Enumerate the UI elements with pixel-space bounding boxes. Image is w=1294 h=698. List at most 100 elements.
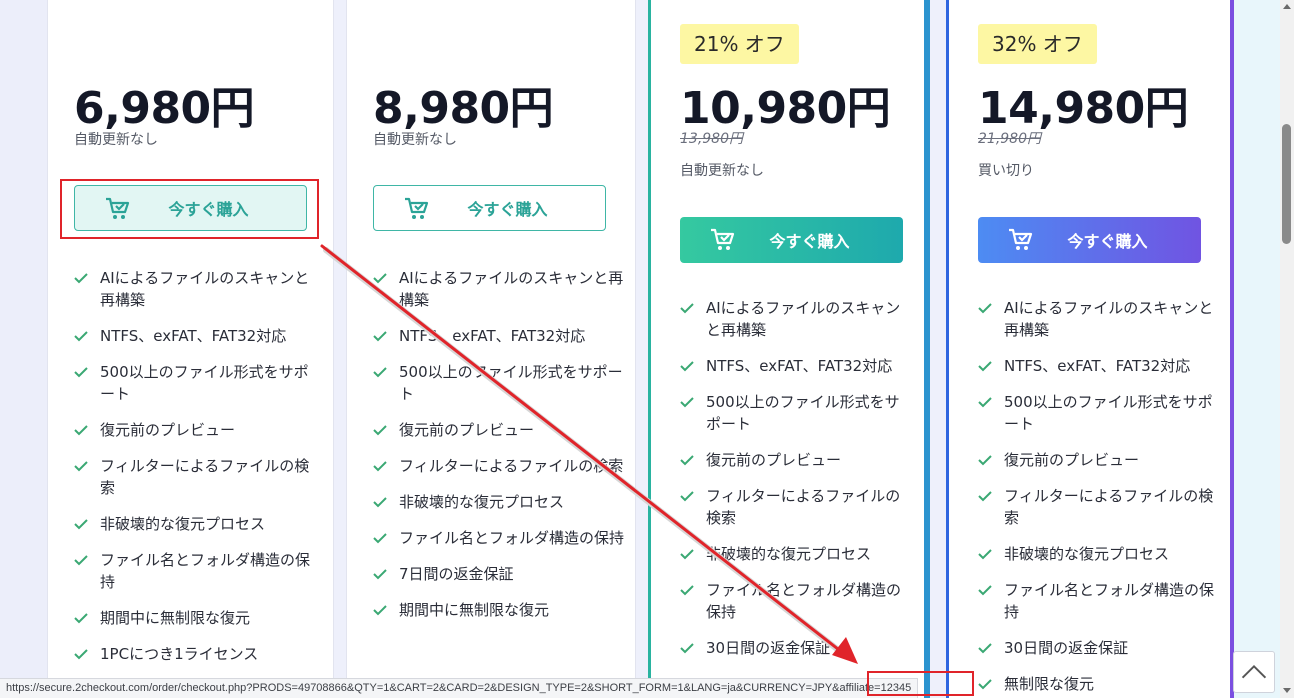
annotation-highlight-button [60,179,319,239]
feature-text: NTFS、exFAT、FAT32対応 [706,357,893,375]
feature-item: 500以上のファイル形式をサポート [978,391,1220,435]
plan-note: 自動更新なし [74,132,158,148]
check-icon [74,519,88,530]
feature-item: 復元前のプレビュー [74,419,323,441]
check-icon [680,397,694,408]
scroll-up-icon[interactable] [1283,4,1291,9]
feature-item: フィルターによるファイルの検索 [680,485,914,529]
feature-text: 無制限な復元 [1004,675,1095,693]
feature-text: 500以上のファイル形式をサポート [706,393,900,433]
feature-text: NTFS、exFAT、FAT32対応 [100,327,287,345]
feature-text: 500以上のファイル形式をサポート [100,363,309,403]
original-price: 13,980円 [680,131,743,147]
feature-text: 1PCにつき1ライセンス [100,645,259,663]
feature-text: 期間中に無制限な復元 [399,601,550,619]
scrollbar-thumb[interactable] [1282,124,1291,244]
plan-price: 6,980円 [74,83,255,134]
check-icon [680,643,694,654]
feature-item: 30日間の返金保証 [680,637,914,659]
feature-text: フィルターによるファイルの検索 [100,457,310,497]
feature-text: 復元前のプレビュー [706,451,842,469]
feature-item: 無制限な復元 [978,673,1220,695]
feature-item: 復元前のプレビュー [680,449,914,471]
check-icon [978,549,992,560]
check-icon [74,273,88,284]
check-icon [373,497,387,508]
check-icon [373,331,387,342]
feature-text: 非破壊的な復元プロセス [706,545,872,563]
feature-text: NTFS、exFAT、FAT32対応 [1004,357,1191,375]
feature-text: 30日間の返金保証 [706,639,831,657]
feature-item: NTFS、exFAT、FAT32対応 [373,325,625,347]
feature-text: 復元前のプレビュー [100,421,236,439]
feature-text: AIによるファイルのスキャンと再構築 [100,269,310,309]
annotation-highlight-url [867,671,974,696]
pricing-card-1: 6,980円 自動更新なし 今すぐ購入 AIによるファイルのスキャンと再構築 N… [48,0,333,698]
check-icon [978,679,992,690]
feature-text: 非破壊的な復元プロセス [399,493,565,511]
pricing-card-2: 8,980円 自動更新なし 今すぐ購入 AIによるファイルのスキャンと再構築 N… [347,0,635,698]
feature-item: AIによるファイルのスキャンと再構築 [680,297,914,341]
feature-item: 非破壊的な復元プロセス [978,543,1220,565]
feature-item: 1PCにつき1ライセンス [74,643,323,665]
feature-text: AIによるファイルのスキャンと再構築 [1004,299,1214,339]
feature-text: 非破壊的な復元プロセス [1004,545,1170,563]
check-icon [978,397,992,408]
check-icon [680,361,694,372]
buy-now-label: 今すぐ購入 [769,232,850,251]
feature-item: NTFS、exFAT、FAT32対応 [74,325,323,347]
check-icon [74,331,88,342]
check-icon [978,303,992,314]
check-icon [373,569,387,580]
check-icon [74,461,88,472]
feature-text: 復元前のプレビュー [1004,451,1140,469]
feature-list: AIによるファイルのスキャンと再構築 NTFS、exFAT、FAT32対応 50… [978,297,1220,698]
feature-text: ファイル名とフォルダ構造の保持 [706,581,902,621]
feature-text: ファイル名とフォルダ構造の保持 [100,551,311,591]
check-icon [373,605,387,616]
feature-text: NTFS、exFAT、FAT32対応 [399,327,586,345]
status-bar-url: https://secure.2checkout.com/order/check… [0,678,919,698]
feature-item: ファイル名とフォルダ構造の保持 [373,527,625,549]
check-icon [680,303,694,314]
feature-list: AIによるファイルのスキャンと再構築 NTFS、exFAT、FAT32対応 50… [373,267,625,635]
check-icon [373,425,387,436]
buy-now-label: 今すぐ購入 [467,200,548,219]
feature-text: AIによるファイルのスキャンと再構築 [706,299,901,339]
buy-now-button[interactable]: 今すぐ購入 [978,217,1201,263]
feature-item: 7日間の返金保証 [373,563,625,585]
scrollbar-track[interactable] [1280,0,1294,698]
buy-now-button[interactable]: 今すぐ購入 [373,185,606,231]
feature-item: AIによるファイルのスキャンと再構築 [74,267,323,311]
plan-price: 8,980円 [373,83,554,134]
feature-item: AIによるファイルのスキャンと再構築 [373,267,625,311]
check-icon [74,555,88,566]
feature-item: フィルターによるファイルの検索 [373,455,625,477]
feature-item: 期間中に無制限な復元 [74,607,323,629]
feature-item: 復元前のプレビュー [373,419,625,441]
feature-item: 非破壊的な復元プロセス [680,543,914,565]
plan-note: 自動更新なし [680,163,764,179]
check-icon [978,585,992,596]
feature-text: 非破壊的な復元プロセス [100,515,266,533]
buy-now-label: 今すぐ購入 [1067,232,1148,251]
check-icon [74,367,88,378]
check-icon [373,367,387,378]
original-price: 21,980円 [978,131,1041,147]
feature-item: NTFS、exFAT、FAT32対応 [978,355,1220,377]
buy-now-button[interactable]: 今すぐ購入 [680,217,903,263]
pricing-card-4: 32% オフ 14,980円 21,980円 買い切り 今すぐ購入 AIによるフ… [946,0,1234,698]
check-icon [680,455,694,466]
plan-note: 自動更新なし [373,132,457,148]
feature-item: AIによるファイルのスキャンと再構築 [978,297,1220,341]
check-icon [74,613,88,624]
page-gutter-right [1234,0,1280,698]
back-to-top-button[interactable] [1233,651,1275,693]
plan-note: 買い切り [978,163,1034,179]
feature-item: フィルターによるファイルの検索 [74,455,323,499]
scroll-down-icon[interactable] [1283,688,1291,693]
feature-text: 復元前のプレビュー [399,421,535,439]
page-gutter-left [0,0,48,698]
feature-item: 500以上のファイル形式をサポート [373,361,625,405]
feature-item: 復元前のプレビュー [978,449,1220,471]
